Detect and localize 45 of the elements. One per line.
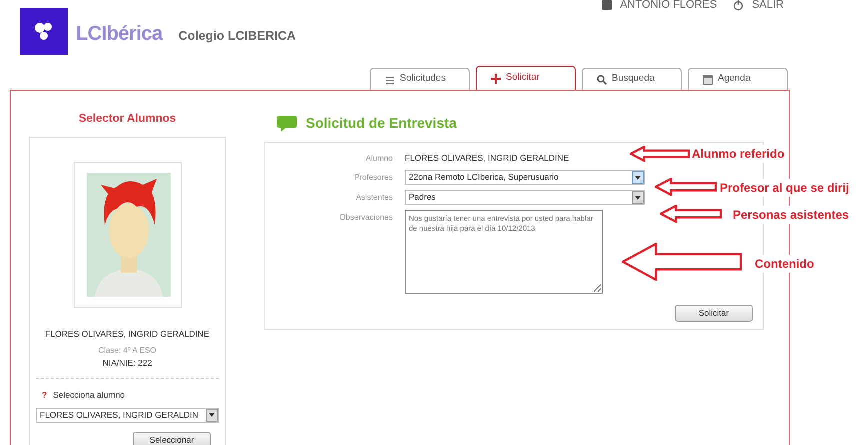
dropdown-field[interactable]: 22ona Remoto LCIberica, Superusuario bbox=[405, 170, 645, 185]
school-name: Colegio LCIBERICA bbox=[178, 28, 296, 45]
arrow-annotation bbox=[630, 146, 690, 162]
search-icon bbox=[597, 74, 607, 84]
dropdown-field[interactable]: Padres bbox=[405, 190, 645, 205]
arrow-annotation bbox=[660, 205, 722, 223]
caret-icon bbox=[635, 196, 641, 200]
caret-icon bbox=[635, 176, 641, 180]
arrow-annotation bbox=[655, 178, 717, 196]
nav-tab[interactable]: Solicitudes bbox=[370, 68, 470, 90]
field-label: Profesores bbox=[353, 172, 393, 184]
user-icon bbox=[602, 0, 612, 10]
power-icon bbox=[733, 0, 744, 11]
caret-icon bbox=[209, 413, 215, 417]
logout-link[interactable]: SALIR bbox=[752, 0, 784, 14]
list-icon bbox=[385, 74, 395, 84]
help-icon: ? bbox=[42, 388, 48, 402]
chat-icon bbox=[276, 114, 298, 132]
nav-tab[interactable]: Agenda bbox=[688, 68, 788, 90]
section-title: Selector Alumnos bbox=[78, 112, 178, 127]
field-label: Observaciones bbox=[338, 212, 393, 224]
plus-icon bbox=[491, 74, 501, 84]
user-name: ANTONIO FLORES bbox=[620, 0, 718, 13]
student-name: FLORES OLIVARES, INGRID GERALDINE bbox=[45, 328, 210, 341]
dropdown-toggle[interactable] bbox=[632, 171, 644, 184]
annotation-label: Alunmo referido bbox=[692, 145, 785, 163]
student-id: NIA/NIE: 222 bbox=[102, 357, 152, 370]
dropdown-toggle[interactable] bbox=[632, 191, 644, 204]
select-label: Selecciona alumno bbox=[53, 388, 126, 402]
field-label: Alumno bbox=[364, 153, 393, 165]
annotation-label: Profesor al que se dirij bbox=[720, 179, 850, 197]
calendar-icon bbox=[703, 74, 713, 84]
student-class: Clase: 4º A ESO bbox=[98, 345, 157, 357]
field-value: FLORES OLIVARES, INGRID GERALDINE bbox=[405, 152, 570, 165]
field-label: Asistentes bbox=[355, 192, 393, 204]
annotation-label: Contenido bbox=[755, 255, 814, 273]
form-title: Solicitud de Entrevista bbox=[306, 114, 457, 133]
nav-tab[interactable]: Solicitar bbox=[476, 66, 576, 90]
submit-button[interactable]: Solicitar bbox=[675, 305, 753, 322]
annotation-label: Personas asistentes bbox=[733, 206, 850, 224]
brand-name: LCIbérica bbox=[76, 22, 163, 47]
logo-icon bbox=[20, 8, 68, 55]
student-select[interactable]: FLORES OLIVARES, INGRID GERALDIN bbox=[36, 408, 219, 422]
nav-tab[interactable]: Busqueda bbox=[582, 68, 682, 90]
select-button[interactable]: Seleccionar bbox=[133, 432, 211, 445]
